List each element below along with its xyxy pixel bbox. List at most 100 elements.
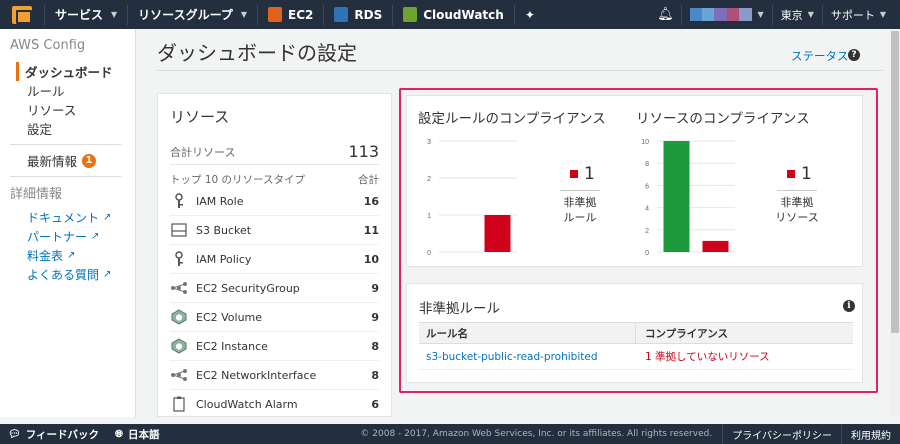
bar-noncompliant[interactable]: [702, 240, 729, 252]
resource-type-count: 10: [363, 252, 379, 266]
status-link[interactable]: ステータス: [791, 48, 849, 64]
table-row: s3-bucket-public-read-prohibited 1 準拠してい…: [419, 344, 853, 370]
link-partners[interactable]: パートナー ↗: [10, 227, 135, 246]
stat-divider: [777, 190, 817, 191]
feedback-button[interactable]: 💬︎ フィードバック: [0, 427, 107, 442]
info-icon[interactable]: i: [843, 300, 855, 312]
details-title: 詳細情報: [10, 187, 63, 202]
rule-link[interactable]: s3-bucket-public-read-prohibited: [419, 351, 636, 363]
resource-type-name[interactable]: EC2 NetworkInterface: [196, 369, 371, 382]
stat-label-line: 非準拠: [563, 196, 597, 209]
account-name-redacted: [689, 8, 752, 21]
resource-type-name[interactable]: IAM Policy: [196, 253, 364, 266]
account-menu[interactable]: ▼: [682, 8, 772, 21]
resource-type-count: 9: [371, 310, 379, 324]
chevron-down-icon: ▼: [240, 10, 248, 19]
terms-link[interactable]: 利用規約: [841, 424, 900, 444]
link-faq[interactable]: よくある質問 ↗: [10, 265, 135, 284]
shortcut-rds[interactable]: RDS: [324, 0, 392, 29]
top-types-header: トップ 10 のリソースタイプ: [170, 174, 306, 186]
resource-type-row[interactable]: IAM Policy 10: [170, 245, 379, 274]
resource-type-row[interactable]: CloudWatch Alarm 6: [170, 390, 379, 416]
shortcut-label: EC2: [288, 7, 314, 22]
resource-noncompliant-count[interactable]: 1: [787, 164, 812, 184]
support-menu[interactable]: サポート ▼: [823, 7, 900, 23]
resource-type-count: 11: [363, 223, 379, 237]
y-tick-label: 1: [427, 213, 431, 220]
resource-type-name[interactable]: CloudWatch Alarm: [196, 398, 371, 411]
region-label: 東京: [780, 8, 803, 22]
feedback-label: フィードバック: [25, 428, 99, 441]
resource-type-name[interactable]: IAM Role: [196, 195, 364, 208]
sidebar-item-dashboard[interactable]: ダッシュボード: [16, 62, 135, 81]
feedback-icon: 💬︎: [8, 428, 21, 440]
bell-icon[interactable]: 🔔︎: [651, 7, 681, 22]
y-tick-label: 2: [427, 176, 431, 183]
rules-stat-label: 非準拠 ルール: [556, 195, 604, 225]
resource-type-row[interactable]: EC2 Volume 9: [170, 303, 379, 332]
shortcut-ec2[interactable]: EC2: [258, 0, 323, 29]
sidebar-divider: [10, 176, 121, 177]
scrollbar-thumb[interactable]: [891, 31, 899, 333]
resource-type-row[interactable]: S3 Bucket 11: [170, 216, 379, 245]
bar-compliant[interactable]: [663, 141, 690, 252]
sidebar-title: AWS Config: [10, 38, 86, 53]
stat-value: 1: [584, 164, 595, 184]
s3-bucket-icon: [170, 221, 188, 239]
y-tick-label: 8: [645, 161, 649, 168]
chevron-down-icon: ▼: [111, 10, 118, 19]
stat-label-line: ルール: [563, 211, 597, 224]
aws-logo-icon[interactable]: [0, 0, 44, 29]
resource-type-name[interactable]: S3 Bucket: [196, 224, 364, 237]
noncompliant-title: 非準拠ルール: [419, 301, 500, 317]
sidebar: AWS Config ダッシュボード ルール リソース 設定 最新情報 1 詳細情…: [0, 29, 136, 417]
chevron-down-icon: ▼: [879, 10, 886, 19]
resource-type-row[interactable]: EC2 NetworkInterface 8: [170, 361, 379, 390]
resource-type-name[interactable]: EC2 SecurityGroup: [196, 282, 371, 295]
link-documentation[interactable]: ドキュメント ↗: [10, 208, 135, 227]
resource-type-name[interactable]: EC2 Volume: [196, 311, 371, 324]
resources-header: トップ 10 のリソースタイプ 合計: [170, 165, 379, 187]
resource-groups-label: リソースグループ: [138, 8, 233, 22]
sidebar-item-resources[interactable]: リソース: [10, 100, 135, 119]
sidebar-item-rules[interactable]: ルール: [10, 81, 135, 100]
resource-type-row[interactable]: EC2 Instance 8: [170, 332, 379, 361]
external-link-icon: ↗: [67, 250, 76, 261]
help-icon[interactable]: ?: [848, 49, 860, 61]
link-label: パートナー: [27, 230, 88, 244]
page-title: ダッシュボードの設定: [157, 41, 357, 65]
resource-groups-menu[interactable]: リソースグループ ▼: [128, 0, 257, 29]
region-menu[interactable]: 東京 ▼: [773, 7, 822, 23]
y-tick-label: 0: [427, 250, 431, 257]
resource-type-count: 8: [371, 339, 379, 353]
security-group-icon: [170, 279, 188, 297]
compliance-status[interactable]: 1 準拠していないリソース: [636, 349, 770, 364]
services-menu[interactable]: サービス ▼: [45, 0, 127, 29]
sidebar-item-news[interactable]: 最新情報 1: [10, 151, 135, 170]
page-scrollbar[interactable]: [890, 29, 900, 417]
count-header: 合計: [358, 174, 379, 186]
rules-noncompliant-count[interactable]: 1: [570, 164, 595, 184]
shortcut-cloudwatch[interactable]: CloudWatch: [393, 0, 514, 29]
external-link-icon: ↗: [91, 231, 100, 242]
external-link-icon: ↗: [103, 269, 112, 280]
total-count[interactable]: 113: [348, 142, 379, 161]
y-tick-label: 3: [427, 139, 431, 146]
resource-type-count: 8: [371, 368, 379, 382]
sidebar-item-settings[interactable]: 設定: [10, 119, 135, 138]
language-button[interactable]: 🌐︎ 日本語: [107, 427, 168, 442]
stat-value: 1: [801, 164, 812, 184]
link-label: ドキュメント: [27, 211, 100, 225]
resource-type-name[interactable]: EC2 Instance: [196, 340, 371, 353]
col-rule-name[interactable]: ルール名: [419, 323, 636, 343]
privacy-link[interactable]: プライバシーポリシー: [722, 424, 841, 444]
link-pricing[interactable]: 料金表 ↗: [10, 246, 135, 265]
bar-noncompliant[interactable]: [484, 215, 511, 252]
cloudwatch-icon: [403, 7, 418, 22]
pin-button[interactable]: ✦: [515, 0, 545, 29]
resource-type-row[interactable]: IAM Role 16: [170, 187, 379, 216]
resource-type-row[interactable]: EC2 SecurityGroup 9: [170, 274, 379, 303]
shortcut-label: CloudWatch: [423, 7, 504, 22]
col-compliance[interactable]: コンプライアンス: [636, 326, 728, 341]
chevron-down-icon: ▼: [807, 10, 814, 19]
